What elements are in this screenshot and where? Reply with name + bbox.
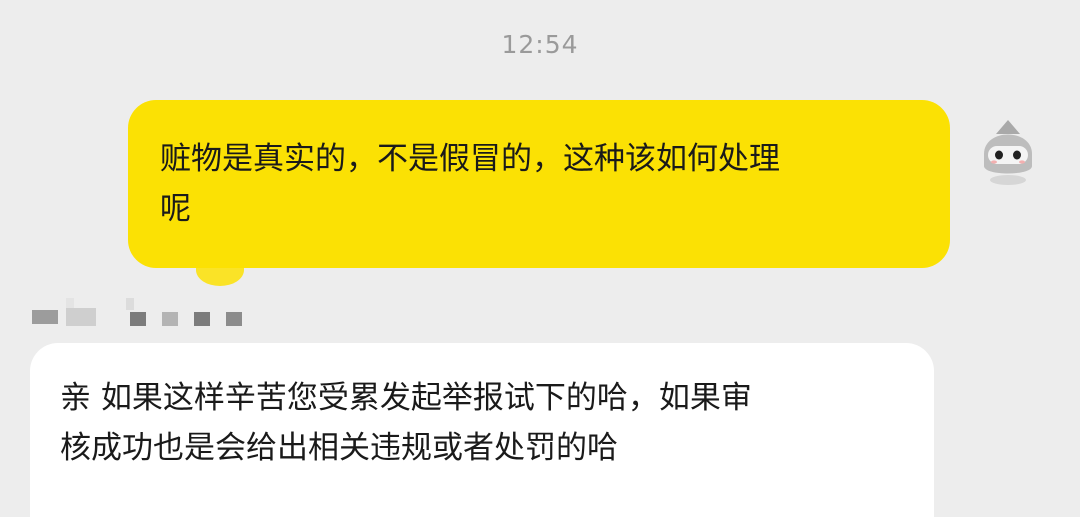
message-text-line: 亲 如果这样辛苦您受累发起举报试下的哈，如果审 [60, 380, 752, 416]
incoming-message-bubble[interactable]: 亲 如果这样辛苦您受累发起举报试下的哈，如果审 核成功也是会给出相关违规或者处罚… [30, 343, 934, 517]
avatar[interactable] [976, 114, 1040, 186]
masked-character-avatar-icon [984, 120, 1032, 185]
message-text-line: 核成功也是会给出相关违规或者处罚的哈 [60, 430, 618, 466]
message-text-line: 呢 [160, 191, 191, 227]
chat-timestamp: 12:54 [501, 30, 579, 59]
message-text-line: 赃物是真实的，不是假冒的，这种该如何处理 [160, 141, 780, 177]
sender-name-redacted [30, 296, 242, 336]
bubble-overlap-decoration [196, 266, 244, 286]
outgoing-message-bubble[interactable]: 赃物是真实的，不是假冒的，这种该如何处理 呢 [128, 100, 950, 268]
